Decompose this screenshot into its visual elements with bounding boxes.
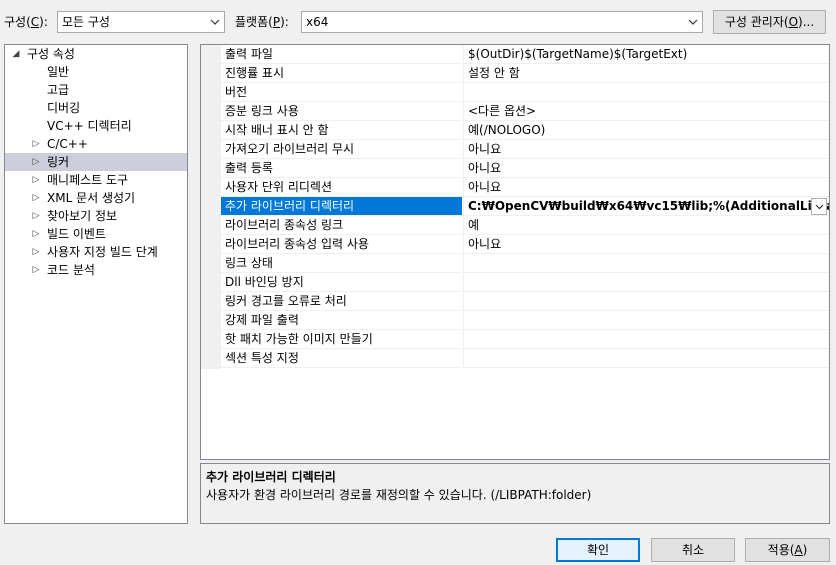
property-row-selected[interactable]: 추가 라이브러리 디렉터리 C:₩OpenCV₩build₩x64₩vc15₩l… <box>221 197 829 216</box>
tree-item-c-cpp[interactable]: ▷ C/C++ <box>5 135 187 153</box>
property-row[interactable]: 핫 패치 가능한 이미지 만들기 <box>221 330 829 349</box>
ok-button[interactable]: 확인 <box>556 538 640 562</box>
property-row[interactable]: 시작 배너 표시 안 함 예(/NOLOGO) <box>221 121 829 140</box>
property-grid-gutter <box>201 45 221 369</box>
property-row[interactable]: Dll 바인딩 방지 <box>221 273 829 292</box>
property-tree: ◢ 구성 속성 일반 고급 디버깅 VC++ 디렉터리 ▷ C/C++ ▷ 링커 ▷… <box>4 44 188 524</box>
tree-item-code-analysis[interactable]: ▷ 코드 분석 <box>5 261 187 279</box>
tree-item-vc-directories[interactable]: VC++ 디렉터리 <box>5 117 187 135</box>
property-row[interactable]: 사용자 단위 리디렉션 아니요 <box>221 178 829 197</box>
tree-item-debugging[interactable]: 디버깅 <box>5 99 187 117</box>
expand-icon[interactable]: ▷ <box>31 261 41 279</box>
expand-icon[interactable]: ▷ <box>31 207 41 225</box>
description-title: 추가 라이브러리 디렉터리 <box>206 470 336 484</box>
expand-icon[interactable]: ▷ <box>31 153 41 171</box>
tree-item-custom-build-step[interactable]: ▷ 사용자 지정 빌드 단계 <box>5 243 187 261</box>
description-panel: 추가 라이브러리 디렉터리 사용자가 환경 라이브러리 경로를 재정의할 수 있… <box>200 463 830 524</box>
tree-item-advanced[interactable]: 고급 <box>5 81 187 99</box>
tree-item-manifest-tool[interactable]: ▷ 매니페스트 도구 <box>5 171 187 189</box>
description-text: 사용자가 환경 라이브러리 경로를 재정의할 수 있습니다. (/LIBPATH… <box>206 488 592 502</box>
property-row[interactable]: 링커 경고를 오류로 처리 <box>221 292 829 311</box>
tree-item-linker[interactable]: ▷ 링커 <box>5 153 187 171</box>
platform-label: 플랫폼(P): <box>235 15 289 29</box>
tree-item-xml-doc-generator[interactable]: ▷ XML 문서 생성기 <box>5 189 187 207</box>
tree-root-configuration-properties[interactable]: ◢ 구성 속성 <box>5 45 187 63</box>
apply-button[interactable]: 적용(A) <box>745 538 830 562</box>
property-row[interactable]: 증분 링크 사용 <다른 옵션> <box>221 102 829 121</box>
property-row[interactable]: 링크 상태 <box>221 254 829 273</box>
configuration-value: 모든 구성 <box>62 15 110 29</box>
collapse-icon[interactable]: ◢ <box>11 45 21 63</box>
property-row[interactable]: 출력 파일 $(OutDir)$(TargetName)$(TargetExt) <box>221 45 829 64</box>
expand-icon[interactable]: ▷ <box>31 243 41 261</box>
configuration-label: 구성(C): <box>4 15 48 29</box>
platform-value: x64 <box>306 15 329 29</box>
tree-item-general[interactable]: 일반 <box>5 63 187 81</box>
platform-dropdown[interactable]: x64 <box>301 11 703 33</box>
property-row[interactable]: 버전 <box>221 83 829 102</box>
property-row[interactable]: 섹션 특성 지정 <box>221 349 829 368</box>
expand-icon[interactable]: ▷ <box>31 135 41 153</box>
property-row[interactable]: 강제 파일 출력 <box>221 311 829 330</box>
chevron-down-icon[interactable] <box>811 198 827 215</box>
property-row[interactable]: 라이브러리 종속성 링크 예 <box>221 216 829 235</box>
property-row[interactable]: 진행률 표시 설정 안 함 <box>221 64 829 83</box>
property-grid: 출력 파일 $(OutDir)$(TargetName)$(TargetExt) … <box>200 44 830 460</box>
chevron-down-icon <box>684 12 702 32</box>
chevron-down-icon <box>206 12 224 32</box>
expand-icon[interactable]: ▷ <box>31 225 41 243</box>
tree-item-build-events[interactable]: ▷ 빌드 이벤트 <box>5 225 187 243</box>
property-row[interactable]: 출력 등록 아니요 <box>221 159 829 178</box>
tree-item-browse-info[interactable]: ▷ 찾아보기 정보 <box>5 207 187 225</box>
additional-library-directories-value[interactable]: C:₩OpenCV₩build₩x64₩vc15₩lib;%(Additiona… <box>463 197 829 216</box>
property-row[interactable]: 가져오기 라이브러리 무시 아니요 <box>221 140 829 159</box>
configuration-manager-button[interactable]: 구성 관리자(O)... <box>713 10 826 34</box>
cancel-button[interactable]: 취소 <box>651 538 735 562</box>
expand-icon[interactable]: ▷ <box>31 189 41 207</box>
property-row[interactable]: 라이브러리 종속성 입력 사용 아니요 <box>221 235 829 254</box>
configuration-dropdown[interactable]: 모든 구성 <box>57 11 225 33</box>
expand-icon[interactable]: ▷ <box>31 171 41 189</box>
